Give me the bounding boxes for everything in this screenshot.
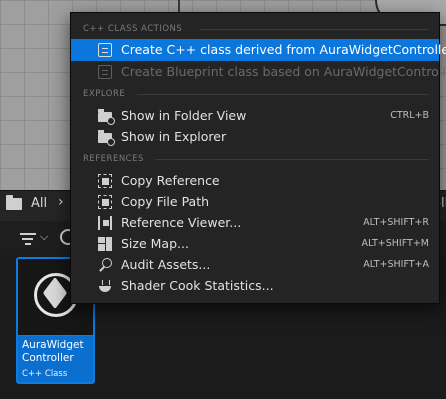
- menu-item-label: Audit Assets...: [121, 257, 211, 272]
- chevron-down-icon[interactable]: ⌵: [40, 230, 48, 244]
- blueprint-class-icon: [98, 65, 112, 79]
- section-references: REFERENCES: [83, 154, 144, 164]
- chevron-right-icon[interactable]: ›: [58, 194, 64, 210]
- menu-shortcut: CTRL+B: [390, 110, 429, 121]
- folder-icon[interactable]: [6, 195, 22, 210]
- section-explore: EXPLORE: [83, 89, 126, 99]
- menu-item-label: Create C++ class derived from AuraWidget…: [121, 42, 446, 57]
- menu-show-in-explorer[interactable]: Show in Explorer: [71, 126, 439, 148]
- section-divider: [155, 159, 429, 160]
- menu-item-label: Show in Explorer: [121, 129, 227, 144]
- menu-shortcut: ALT+SHIFT+A: [363, 259, 429, 270]
- menu-audit-assets[interactable]: Audit Assets... ALT+SHIFT+A: [71, 254, 439, 276]
- asset-name: AuraWidget Controller: [22, 339, 84, 364]
- folder-explorer-icon: [98, 130, 115, 146]
- menu-show-in-folder-view[interactable]: Show in Folder View CTRL+B: [71, 105, 439, 127]
- menu-shortcut: ALT+SHIFT+R: [363, 217, 429, 228]
- menu-shader-cook-statistics[interactable]: Shader Cook Statistics...: [71, 275, 439, 297]
- menu-reference-viewer[interactable]: Reference Viewer... ALT+SHIFT+R: [71, 212, 439, 234]
- menu-copy-reference[interactable]: Copy Reference: [71, 170, 439, 192]
- menu-item-label: Show in Folder View: [121, 108, 247, 123]
- menu-copy-file-path[interactable]: Copy File Path: [71, 191, 439, 213]
- copy-file-path-icon: [98, 195, 112, 209]
- menu-item-label: Size Map...: [121, 236, 189, 251]
- menu-create-blueprint-class: Create Blueprint class based on AuraWidg…: [71, 61, 446, 83]
- size-map-icon: [98, 237, 112, 251]
- menu-shortcut: ALT+SHIFT+M: [361, 238, 429, 249]
- filter-icon[interactable]: [20, 233, 36, 245]
- copy-reference-icon: [98, 174, 112, 188]
- folder-search-icon: [98, 109, 115, 125]
- cpp-class-icon: [98, 43, 112, 57]
- reference-viewer-icon: [98, 216, 112, 230]
- section-cpp-class-actions: C++ CLASS ACTIONS: [83, 24, 183, 34]
- section-divider: [137, 94, 429, 95]
- menu-item-label: Create Blueprint class based on AuraWidg…: [121, 64, 446, 79]
- menu-size-map[interactable]: Size Map... ALT+SHIFT+M: [71, 233, 439, 255]
- menu-item-label: Copy File Path: [121, 194, 210, 209]
- section-divider: [199, 29, 429, 30]
- shader-cook-icon: [98, 279, 112, 293]
- breadcrumb-all[interactable]: All: [31, 196, 47, 211]
- menu-create-cpp-class[interactable]: Create C++ class derived from AuraWidget…: [71, 39, 446, 61]
- context-menu: C++ CLASS ACTIONS Create C++ class deriv…: [70, 12, 446, 304]
- menu-item-label: Shader Cook Statistics...: [121, 278, 274, 293]
- menu-item-label: Copy Reference: [121, 173, 220, 188]
- menu-item-label: Reference Viewer...: [121, 215, 242, 230]
- asset-type: C++ Class: [22, 369, 68, 379]
- audit-assets-icon: [98, 258, 112, 272]
